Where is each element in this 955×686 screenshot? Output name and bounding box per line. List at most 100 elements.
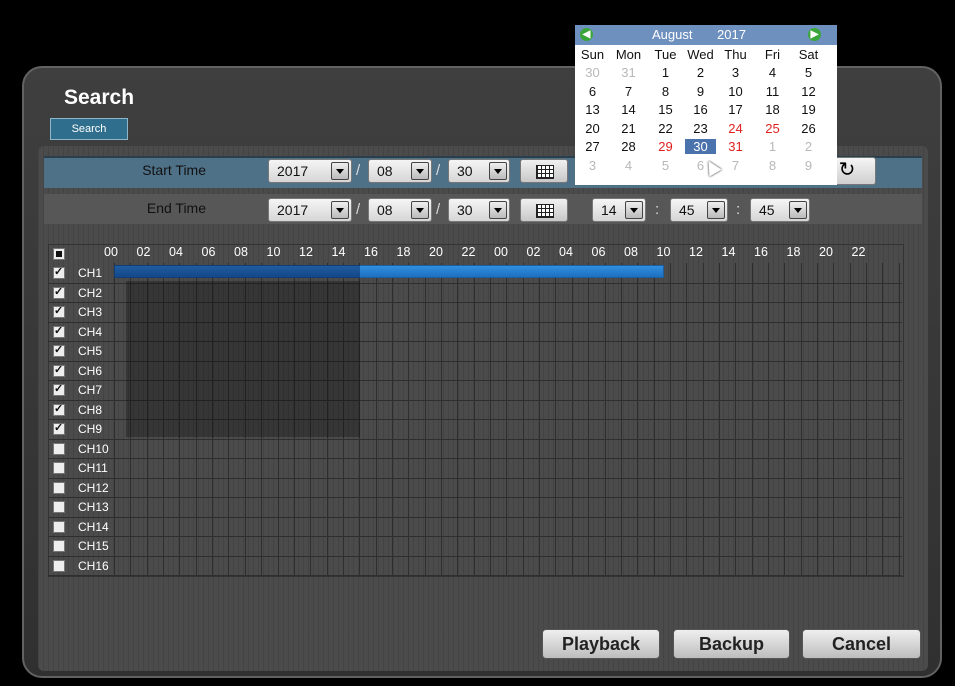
calendar-day[interactable]: 1 bbox=[755, 139, 790, 154]
channel-checkbox[interactable] bbox=[53, 462, 65, 474]
calendar-day[interactable]: 3 bbox=[718, 65, 753, 80]
chevron-down-icon[interactable] bbox=[625, 201, 643, 219]
end-calendar-button[interactable] bbox=[520, 198, 568, 222]
date-separator: / bbox=[356, 201, 361, 218]
hour-label: 02 bbox=[136, 245, 151, 259]
calendar-year[interactable]: 2017 bbox=[717, 27, 746, 42]
channel-checkbox[interactable] bbox=[53, 421, 65, 435]
calendar-day[interactable]: 9 bbox=[791, 158, 826, 173]
hour-label: 10 bbox=[656, 245, 671, 259]
calendar-day[interactable]: 22 bbox=[648, 121, 683, 136]
end-time-label: End Time bbox=[146, 200, 206, 216]
tab-search[interactable]: Search bbox=[50, 118, 128, 140]
channel-label: CH5 bbox=[78, 344, 103, 358]
start-year-select[interactable]: 2017 bbox=[268, 159, 352, 183]
date-separator: / bbox=[436, 201, 441, 218]
chevron-down-icon[interactable] bbox=[411, 162, 429, 180]
calendar-day[interactable]: 1 bbox=[648, 65, 683, 80]
calendar-day[interactable]: 21 bbox=[611, 121, 646, 136]
channel-checkbox[interactable] bbox=[53, 343, 65, 357]
calendar-day[interactable]: 7 bbox=[718, 158, 753, 173]
start-month-select[interactable]: 08 bbox=[368, 159, 432, 183]
calendar-day[interactable]: 31 bbox=[718, 139, 753, 154]
calendar-day[interactable]: 9 bbox=[683, 84, 718, 99]
hour-label: 02 bbox=[526, 245, 541, 259]
calendar-day[interactable]: 2 bbox=[683, 65, 718, 80]
calendar-day[interactable]: 25 bbox=[755, 121, 790, 136]
playback-button[interactable]: Playback bbox=[542, 629, 660, 659]
calendar-day[interactable]: 16 bbox=[683, 102, 718, 117]
channel-label: CH12 bbox=[78, 480, 109, 495]
calendar-day[interactable]: 29 bbox=[648, 139, 683, 154]
channel-checkbox[interactable] bbox=[53, 265, 65, 279]
grid-line bbox=[48, 497, 902, 498]
end-day-select[interactable]: 30 bbox=[448, 198, 510, 222]
channel-checkbox[interactable] bbox=[53, 520, 65, 533]
chevron-down-icon[interactable] bbox=[707, 201, 725, 219]
calendar-day[interactable]: 6 bbox=[575, 84, 610, 99]
calendar-day[interactable]: 8 bbox=[755, 158, 790, 173]
chevron-down-icon[interactable] bbox=[489, 162, 507, 180]
end-year-select[interactable]: 2017 bbox=[268, 198, 352, 222]
start-calendar-button[interactable] bbox=[520, 159, 568, 183]
start-day-select[interactable]: 30 bbox=[448, 159, 510, 183]
channel-checkbox[interactable] bbox=[53, 285, 65, 299]
chevron-down-icon[interactable] bbox=[331, 201, 349, 219]
chevron-down-icon[interactable] bbox=[411, 201, 429, 219]
backup-button[interactable]: Backup bbox=[673, 629, 790, 659]
calendar-day[interactable]: 8 bbox=[648, 84, 683, 99]
calendar-day[interactable]: 24 bbox=[718, 121, 753, 136]
end-hour-select[interactable]: 14 bbox=[592, 198, 646, 222]
calendar-day[interactable]: 27 bbox=[575, 139, 610, 154]
channel-checkbox[interactable] bbox=[53, 363, 65, 377]
grid-line bbox=[48, 458, 902, 459]
calendar-day[interactable]: 17 bbox=[718, 102, 753, 117]
chevron-down-icon[interactable] bbox=[331, 162, 349, 180]
calendar-day[interactable]: 13 bbox=[575, 102, 610, 117]
next-month-icon[interactable]: ▶ bbox=[808, 28, 821, 41]
calendar-day[interactable]: 23 bbox=[683, 121, 718, 136]
refresh-icon: ↻ bbox=[838, 159, 856, 181]
calendar-day[interactable]: 19 bbox=[791, 102, 826, 117]
calendar-day[interactable]: 28 bbox=[611, 139, 646, 154]
calendar-day[interactable]: 7 bbox=[611, 84, 646, 99]
channel-checkbox[interactable] bbox=[53, 540, 65, 552]
calendar-day-selected[interactable]: 30 bbox=[685, 139, 716, 154]
calendar-day[interactable]: 20 bbox=[575, 121, 610, 136]
calendar-day[interactable]: 3 bbox=[575, 158, 610, 173]
end-month-select[interactable]: 08 bbox=[368, 198, 432, 222]
channel-checkbox[interactable] bbox=[53, 402, 65, 416]
channel-checkbox[interactable] bbox=[53, 442, 65, 455]
calendar-day[interactable]: 30 bbox=[575, 65, 610, 80]
end-second-select[interactable]: 45 bbox=[750, 198, 810, 222]
start-year-value: 2017 bbox=[277, 163, 309, 179]
calendar-day[interactable]: 4 bbox=[755, 65, 790, 80]
prev-month-icon[interactable]: ◀ bbox=[580, 28, 593, 41]
calendar-day[interactable]: 5 bbox=[648, 158, 683, 173]
calendar-day[interactable]: 5 bbox=[791, 65, 826, 80]
calendar-day[interactable]: 26 bbox=[791, 121, 826, 136]
calendar-month[interactable]: August bbox=[652, 27, 692, 42]
calendar-day[interactable]: 12 bbox=[791, 84, 826, 99]
select-all-checkbox[interactable] bbox=[53, 248, 65, 260]
calendar-day[interactable]: 18 bbox=[755, 102, 790, 117]
cancel-button[interactable]: Cancel bbox=[802, 629, 921, 659]
channel-checkbox[interactable] bbox=[53, 324, 65, 338]
end-minute-select[interactable]: 45 bbox=[670, 198, 728, 222]
channel-checkbox[interactable] bbox=[53, 382, 65, 396]
channel-label: CH16 bbox=[78, 558, 109, 573]
calendar-day[interactable]: 31 bbox=[611, 65, 646, 80]
weekday-label: Sat bbox=[798, 47, 819, 62]
calendar-day[interactable]: 11 bbox=[755, 84, 790, 99]
channel-checkbox[interactable] bbox=[53, 501, 65, 513]
channel-checkbox[interactable] bbox=[53, 559, 65, 572]
chevron-down-icon[interactable] bbox=[489, 201, 507, 219]
calendar-day[interactable]: 15 bbox=[648, 102, 683, 117]
calendar-day[interactable]: 2 bbox=[791, 139, 826, 154]
chevron-down-icon[interactable] bbox=[789, 201, 807, 219]
channel-checkbox[interactable] bbox=[53, 304, 65, 318]
channel-checkbox[interactable] bbox=[53, 481, 65, 494]
calendar-day[interactable]: 10 bbox=[718, 84, 753, 99]
calendar-day[interactable]: 4 bbox=[611, 158, 646, 173]
calendar-day[interactable]: 14 bbox=[611, 102, 646, 117]
